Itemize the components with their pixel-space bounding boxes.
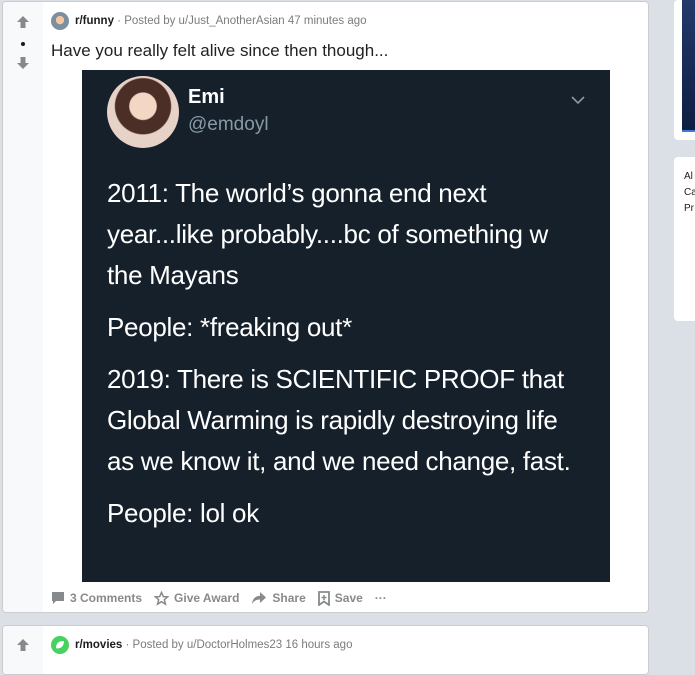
post-meta: r/movies · Posted by u/DoctorHolmes23 16…	[51, 636, 352, 654]
tweet-paragraph: People: lol ok	[107, 498, 259, 528]
sidebar-banner-image	[682, 0, 695, 132]
post-card[interactable]: r/movies · Posted by u/DoctorHolmes23 16…	[2, 625, 649, 675]
tweet-body: 2011: The world’s gonna end next year...…	[107, 173, 587, 545]
sidebar-banner-card	[674, 0, 695, 140]
save-button[interactable]: Save	[317, 590, 363, 606]
posted-by[interactable]: · Posted by u/Just_AnotherAsian	[117, 15, 285, 27]
post-card[interactable]: r/funny · Posted by u/Just_AnotherAsian …	[2, 1, 649, 613]
tweet-paragraph: People: *freaking out*	[107, 312, 352, 342]
tweet-display-name: Emi	[188, 86, 225, 108]
leaf-icon	[56, 641, 64, 649]
chevron-down-icon	[571, 96, 585, 105]
downvote-icon[interactable]	[16, 56, 30, 70]
subreddit-link[interactable]: r/funny	[75, 15, 114, 27]
save-label: Save	[334, 591, 363, 605]
upvote-icon[interactable]	[16, 638, 30, 652]
award-icon	[154, 590, 170, 606]
subreddit-link[interactable]: r/movies	[75, 639, 122, 651]
upvote-icon[interactable]	[16, 15, 30, 29]
tweet-paragraph: 2011: The world’s gonna end next year...…	[107, 178, 548, 290]
comment-icon	[52, 592, 64, 604]
post-actions: 3 Comments Give Award Share Save ···	[51, 588, 399, 608]
comments-label: 3 Comments	[70, 591, 143, 605]
post-meta: r/funny · Posted by u/Just_AnotherAsian …	[51, 12, 367, 30]
tweet-handle: @emdoyl	[188, 114, 269, 135]
post-title[interactable]: Have you really felt alive since then th…	[51, 41, 388, 61]
share-label: Share	[272, 591, 306, 605]
sidebar-text: Pr	[684, 203, 694, 214]
share-icon	[252, 592, 267, 604]
subreddit-icon[interactable]	[51, 636, 69, 654]
share-button[interactable]: Share	[251, 591, 306, 605]
vote-column	[3, 626, 43, 674]
sidebar-info-card: Al Ca Pr	[674, 157, 695, 321]
posted-by[interactable]: · Posted by u/DoctorHolmes23	[126, 639, 283, 651]
vote-score	[21, 42, 25, 46]
post-time[interactable]: 47 minutes ago	[288, 15, 367, 27]
give-award-label: Give Award	[174, 591, 240, 605]
more-icon: ···	[374, 591, 387, 605]
give-award-button[interactable]: Give Award	[154, 590, 240, 606]
avatar	[107, 76, 179, 148]
comments-button[interactable]: 3 Comments	[51, 591, 142, 605]
sidebar-text: Al	[684, 171, 693, 182]
post-time[interactable]: 16 hours ago	[285, 639, 352, 651]
more-options-button[interactable]: ···	[375, 591, 387, 605]
tweet-paragraph: 2019: There is SCIENTIFIC PROOF that Glo…	[107, 364, 571, 476]
bookmark-icon	[317, 590, 330, 606]
sidebar-text: Ca	[684, 187, 695, 198]
post-image-tweet[interactable]: Emi @emdoyl 2011: The world’s gonna end …	[82, 70, 610, 582]
subreddit-icon[interactable]	[51, 12, 69, 30]
vote-column	[3, 2, 43, 612]
